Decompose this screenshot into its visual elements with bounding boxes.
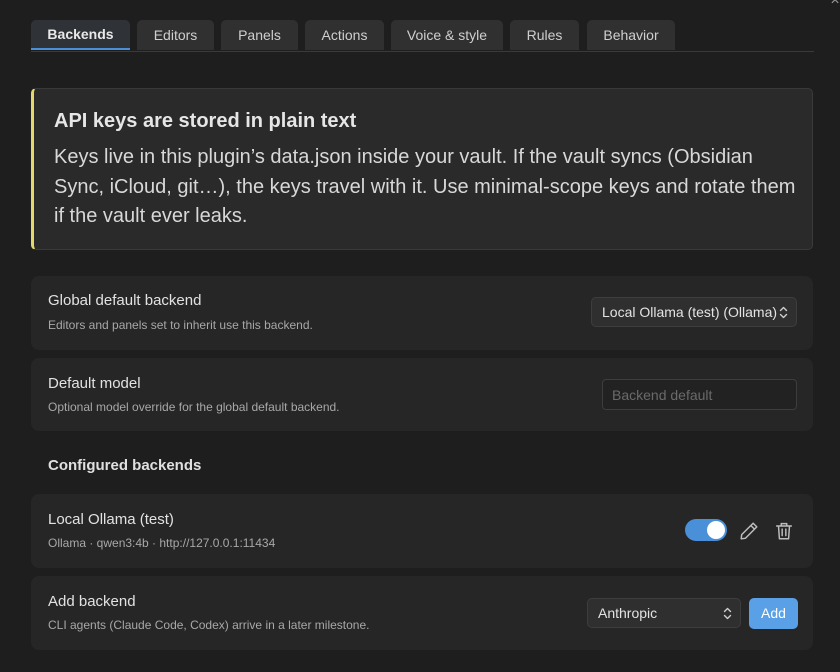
backend-type-select[interactable]: Anthropic xyxy=(587,598,741,628)
setting-add-backend: Add backend CLI agents (Claude Code, Cod… xyxy=(31,576,813,650)
setting-name: Add backend xyxy=(48,593,136,610)
backend-details: Ollama · qwen3:4b · http://127.0.0.1:114… xyxy=(48,536,276,550)
tab-editors[interactable]: Editors xyxy=(137,20,214,50)
settings-tabs: Backends Editors Panels Actions Voice & … xyxy=(31,20,814,52)
setting-name: Global default backend xyxy=(48,292,202,309)
setting-description: Editors and panels set to inherit use th… xyxy=(48,318,313,332)
tab-behavior[interactable]: Behavior xyxy=(587,20,675,50)
setting-global-default-backend: Global default backend Editors and panel… xyxy=(31,276,813,350)
tab-rules[interactable]: Rules xyxy=(510,20,579,50)
select-value: Local Ollama (test) (Ollama) xyxy=(602,304,778,320)
backend-name: Local Ollama (test) xyxy=(48,511,174,528)
setting-description: Optional model override for the global d… xyxy=(48,400,340,414)
tab-actions[interactable]: Actions xyxy=(305,20,384,50)
configured-backends-heading: Configured backends xyxy=(48,457,202,474)
backend-item-local-ollama: Local Ollama (test) Ollama · qwen3:4b · … xyxy=(31,494,813,568)
pencil-icon[interactable] xyxy=(738,520,760,542)
add-backend-button[interactable]: Add xyxy=(749,598,798,629)
global-backend-select[interactable]: Local Ollama (test) (Ollama) xyxy=(591,297,797,327)
chevron-up-down-icon xyxy=(723,607,732,620)
toggle-knob xyxy=(707,521,725,539)
trash-icon[interactable] xyxy=(773,520,795,542)
setting-default-model: Default model Optional model override fo… xyxy=(31,358,813,431)
callout-body: Keys live in this plugin’s data.json ins… xyxy=(54,146,796,227)
select-value: Anthropic xyxy=(598,605,658,621)
tab-panels[interactable]: Panels xyxy=(221,20,298,50)
plain-text-warning-callout: API keys are stored in plain text Keys l… xyxy=(31,88,813,250)
chevron-up-down-icon xyxy=(779,306,788,319)
backend-enabled-toggle[interactable] xyxy=(685,519,727,541)
settings-page: × Backends Editors Panels Actions Voice … xyxy=(0,0,840,672)
setting-description: CLI agents (Claude Code, Codex) arrive i… xyxy=(48,618,370,632)
tab-voice-style[interactable]: Voice & style xyxy=(391,20,503,50)
default-model-input[interactable] xyxy=(602,379,797,410)
tab-backends[interactable]: Backends xyxy=(31,20,130,50)
setting-name: Default model xyxy=(48,375,141,392)
close-icon[interactable]: × xyxy=(828,0,840,9)
callout-title: API keys are stored in plain text xyxy=(54,110,357,132)
